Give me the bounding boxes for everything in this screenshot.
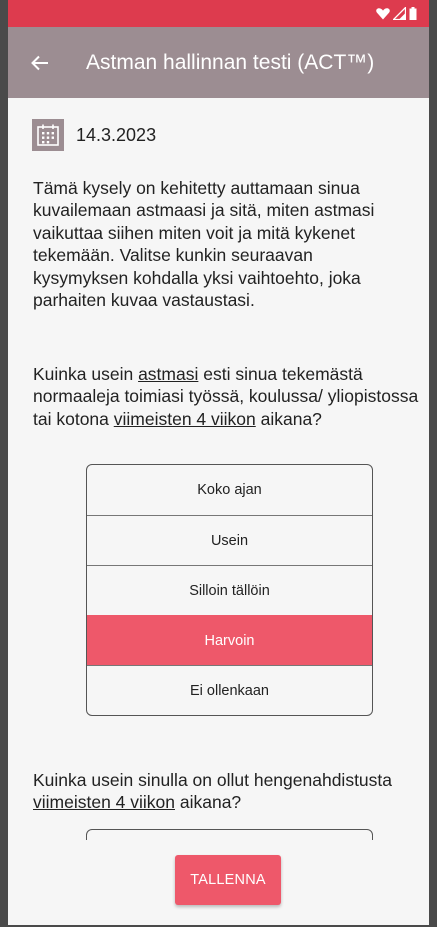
question-2-period: viimeisten 4 viikon xyxy=(33,792,175,813)
phone-screen: Astman hallinnan testi (ACT™) 14.3.2023 … xyxy=(0,0,437,927)
question-1-emphasis: astmasi xyxy=(138,364,199,384)
back-button[interactable] xyxy=(12,35,68,91)
battery-icon xyxy=(409,7,417,20)
app-bar: Astman hallinnan testi (ACT™) xyxy=(8,27,429,98)
question-1-period: viimeisten 4 viikon xyxy=(113,408,256,429)
save-button[interactable]: TALLENNA xyxy=(175,855,281,905)
calendar-icon xyxy=(32,119,64,151)
question-2-options[interactable] xyxy=(86,829,373,840)
question-1-options: Koko ajan Usein Silloin tällöin Harvoin … xyxy=(86,464,373,716)
signal-icon xyxy=(393,7,406,20)
option-harvoin-selected[interactable]: Harvoin xyxy=(87,615,372,665)
question-1-text: Kuinka usein astmasi esti sinua tekemäst… xyxy=(33,364,419,429)
app-title: Astman hallinnan testi (ACT™) xyxy=(86,50,375,74)
question-2-text: Kuinka usein sinulla on ollut hengenahdi… xyxy=(33,770,393,813)
option-usein[interactable]: Usein xyxy=(87,515,372,565)
option-koko-ajan[interactable]: Koko ajan xyxy=(87,465,372,515)
option-silloin-talloin[interactable]: Silloin tällöin xyxy=(87,565,372,615)
footer-bar: TALLENNA xyxy=(8,840,429,925)
questionnaire-content[interactable]: 14.3.2023 Tämä kysely on kehitetty autta… xyxy=(8,98,429,840)
date-row: 14.3.2023 xyxy=(32,119,156,151)
heart-icon xyxy=(376,7,390,19)
arrow-left-icon xyxy=(31,55,48,70)
test-date: 14.3.2023 xyxy=(76,124,157,145)
status-bar xyxy=(8,0,429,27)
option-ei-ollenkaan[interactable]: Ei ollenkaan xyxy=(87,665,372,715)
status-icons xyxy=(376,7,417,20)
intro-text: Tämä kysely on kehitetty auttamaan sinua… xyxy=(33,178,375,311)
